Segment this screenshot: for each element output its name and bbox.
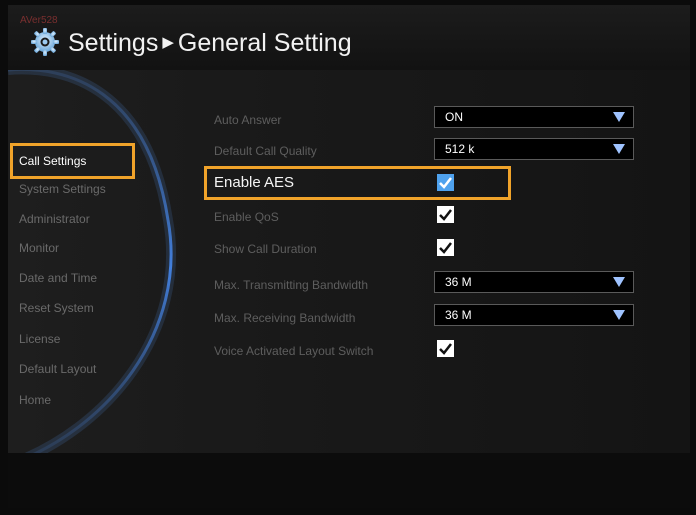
sidebar-item-license[interactable]: License — [19, 332, 60, 346]
checkmark-icon — [439, 242, 452, 254]
title-section: Settings — [68, 29, 159, 57]
enable-qos-label: Enable QoS — [214, 210, 279, 224]
default-call-quality-label: Default Call Quality — [214, 144, 317, 158]
default-call-quality-dropdown[interactable]: 512 k — [434, 138, 634, 160]
checkmark-icon — [439, 209, 452, 221]
page-title: Settings ▶ General Setting — [68, 29, 352, 58]
max-receiving-bandwidth-value: 36 M — [445, 308, 472, 322]
sidebar-item-reset-system[interactable]: Reset System — [19, 301, 94, 315]
show-call-duration-label: Show Call Duration — [214, 242, 317, 256]
checkmark-icon — [439, 177, 452, 189]
header-bar: AVer528 Settings ▶ General Setting — [8, 5, 690, 70]
dropdown-arrow-icon — [613, 144, 625, 154]
dropdown-arrow-icon — [613, 310, 625, 320]
sidebar-item-call-settings[interactable]: Call Settings — [19, 154, 86, 168]
sidebar-item-system-settings[interactable]: System Settings — [19, 182, 106, 196]
sidebar-item-monitor[interactable]: Monitor — [19, 241, 59, 255]
enable-aes-label: Enable AES — [214, 174, 295, 191]
max-transmitting-bandwidth-label: Max. Transmitting Bandwidth — [214, 278, 369, 292]
max-receiving-bandwidth-label: Max. Receiving Bandwidth — [214, 311, 356, 325]
sidebar-item-date-and-time[interactable]: Date and Time — [19, 271, 97, 285]
enable-qos-checkbox[interactable] — [437, 206, 454, 223]
footer-bar — [8, 453, 690, 508]
auto-answer-label: Auto Answer — [214, 113, 282, 127]
auto-answer-dropdown[interactable]: ON — [434, 106, 634, 128]
brand-label: AVer528 — [20, 15, 58, 26]
breadcrumb-arrow-icon: ▶ — [162, 34, 174, 51]
auto-answer-value: ON — [445, 110, 463, 124]
sidebar-item-default-layout[interactable]: Default Layout — [19, 362, 96, 376]
sidebar-item-administrator[interactable]: Administrator — [19, 212, 90, 226]
max-receiving-bandwidth-dropdown[interactable]: 36 M — [434, 304, 634, 326]
max-transmitting-bandwidth-dropdown[interactable]: 36 M — [434, 271, 634, 293]
sidebar-item-home[interactable]: Home — [19, 393, 51, 407]
show-call-duration-checkbox[interactable] — [437, 239, 454, 256]
dropdown-arrow-icon — [613, 277, 625, 287]
max-transmitting-bandwidth-value: 36 M — [445, 275, 472, 289]
title-page: General Setting — [177, 29, 352, 57]
screen: AVer528 Settings ▶ General Setting Call … — [0, 0, 696, 515]
enable-aes-checkbox[interactable] — [437, 174, 454, 191]
voice-activated-layout-switch-label: Voice Activated Layout Switch — [214, 344, 374, 358]
voice-activated-layout-switch-checkbox[interactable] — [437, 340, 454, 357]
default-call-quality-value: 512 k — [445, 142, 475, 156]
gear-icon — [31, 28, 59, 56]
checkmark-icon — [439, 343, 452, 355]
dropdown-arrow-icon — [613, 112, 625, 122]
